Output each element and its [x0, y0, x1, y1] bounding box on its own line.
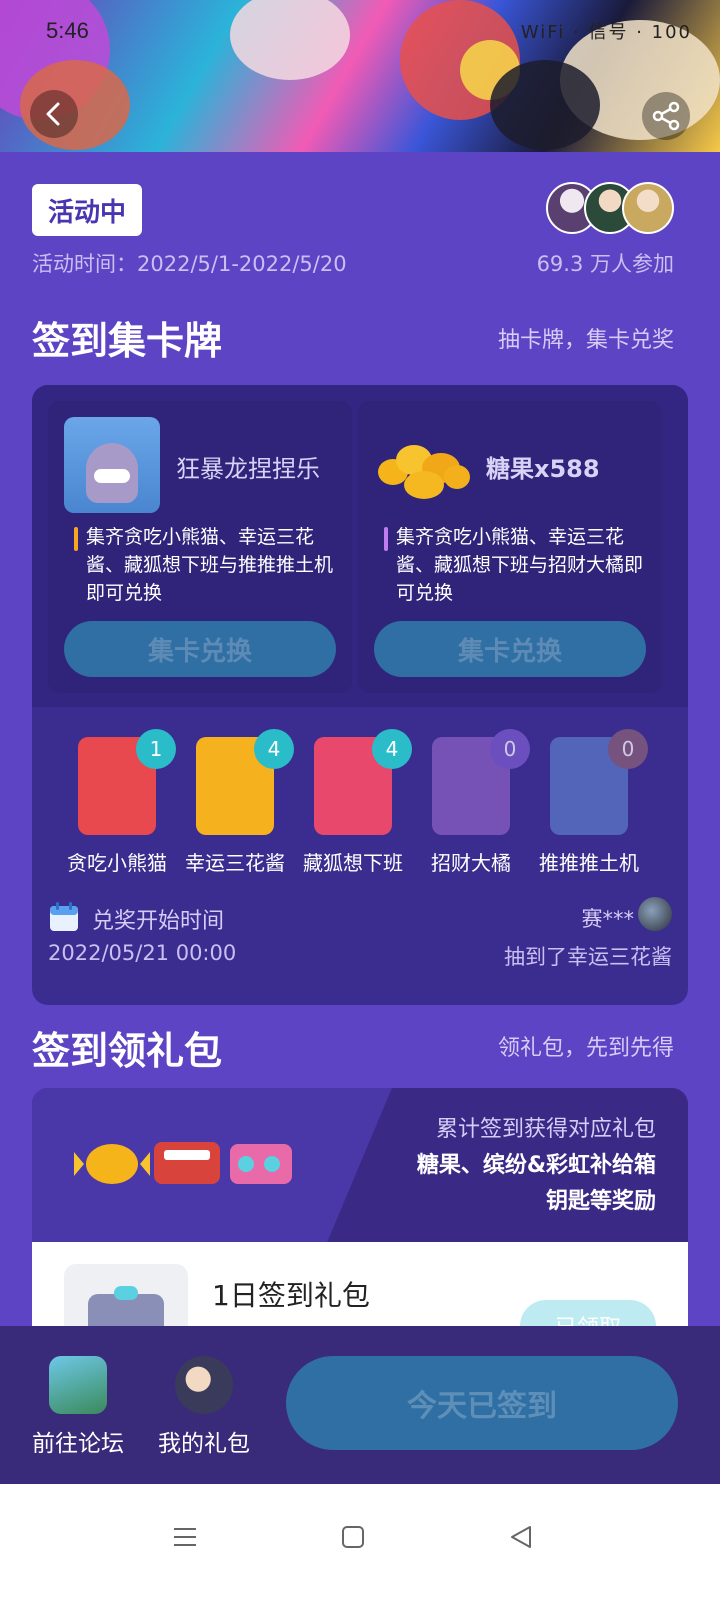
section-title-cards: 签到集卡牌: [32, 319, 223, 363]
card-label: 招财大橘: [431, 851, 511, 875]
prize-area: 狂暴龙捏捏乐 集齐贪吃小熊猫、幸运三花酱、藏狐想下班与推推推土机即可兑换 集卡兑…: [32, 385, 688, 707]
card-image: 4: [196, 729, 294, 835]
card-label: 幸运三花酱: [185, 851, 285, 875]
card-label: 推推推土机: [539, 851, 639, 875]
gift-desc-line: 钥匙等奖励: [545, 1189, 656, 1214]
back-triangle-icon[interactable]: [508, 1524, 534, 1550]
avatar: [622, 182, 674, 234]
card-label: 藏狐想下班: [303, 851, 403, 875]
home-icon[interactable]: [340, 1524, 366, 1550]
checkin-button[interactable]: 今天已签到: [286, 1356, 678, 1450]
calendar-icon: [50, 902, 78, 931]
card-image: 0: [432, 729, 530, 835]
gift-box-icon: [175, 1356, 233, 1414]
prize-desc: 集齐贪吃小熊猫、幸运三花酱、藏狐想下班与推推推土机即可兑换: [74, 523, 344, 607]
gift-rewards-illustration: [32, 1088, 392, 1242]
gift-title: 1日签到礼包: [212, 1279, 370, 1312]
collectible-card[interactable]: 4 藏狐想下班: [298, 729, 412, 876]
prize-card: 糖果x588 集齐贪吃小熊猫、幸运三花酱、藏狐想下班与招财大橘即可兑换 集卡兑换: [358, 401, 662, 693]
exchange-button[interactable]: 集卡兑换: [64, 621, 336, 677]
prize-card: 狂暴龙捏捏乐 集齐贪吃小熊猫、幸运三花酱、藏狐想下班与推推推土机即可兑换 集卡兑…: [48, 401, 352, 693]
forum-icon: [49, 1356, 107, 1414]
card-image: 4: [314, 729, 412, 835]
gift-panel: 累计签到获得对应礼包 糖果、缤纷&彩虹补给箱 钥匙等奖励 1日签到礼包 彩虹补给…: [32, 1088, 688, 1348]
exchange-button[interactable]: 集卡兑换: [374, 621, 646, 677]
card-label: 贪吃小熊猫: [67, 851, 167, 875]
section-subtitle-cards: 抽卡牌，集卡兑奖: [497, 328, 674, 353]
card-image: 1: [78, 729, 176, 835]
my-gifts-label: 我的礼包: [158, 1431, 250, 1457]
prize-name: 糖果x588: [486, 455, 600, 483]
winner-name: 赛***: [581, 907, 635, 931]
forum-label: 前往论坛: [32, 1431, 124, 1457]
card-count-badge: 0: [490, 729, 530, 769]
gift-desc-line: 糖果、缤纷&彩虹补给箱: [416, 1153, 656, 1178]
card-count-badge: 0: [608, 729, 648, 769]
collectible-card[interactable]: 0 推推推土机: [534, 729, 648, 876]
prize-image-candy: [374, 417, 470, 513]
card-count-badge: 1: [136, 729, 176, 769]
collectible-card[interactable]: 4 幸运三花酱: [180, 729, 294, 876]
reward-icons: [74, 1142, 292, 1184]
redeem-date: 2022/05/21 00:00: [48, 941, 237, 965]
avatar: [638, 897, 672, 931]
prize-image-dinosaur: [64, 417, 160, 513]
share-button[interactable]: [642, 92, 690, 140]
status-icons: WiFi · 信号 · 100: [520, 22, 692, 43]
gift-description: 累计签到获得对应礼包 糖果、缤纷&彩虹补给箱 钥匙等奖励: [417, 1112, 656, 1220]
card-count-badge: 4: [372, 729, 412, 769]
prize-desc: 集齐贪吃小熊猫、幸运三花酱、藏狐想下班与招财大橘即可兑换: [384, 523, 654, 607]
card-count-badge: 4: [254, 729, 294, 769]
bottom-action-bar: 前往论坛 我的礼包 今天已签到: [0, 1326, 720, 1484]
section-title-gifts: 签到领礼包: [32, 1029, 223, 1073]
activity-time: 活动时间：2022/5/1-2022/5/20: [32, 252, 347, 276]
collectible-card[interactable]: 1 贪吃小熊猫: [62, 729, 176, 876]
section-subtitle-gifts: 领礼包，先到先得: [497, 1036, 674, 1061]
chevron-left-icon: [46, 102, 60, 126]
gift-desc-line: 累计签到获得对应礼包: [435, 1117, 656, 1142]
winner-text: 抽到了幸运三花酱: [504, 945, 672, 969]
card-collection-panel: 狂暴龙捏捏乐 集齐贪吃小熊猫、幸运三花酱、藏狐想下班与推推推土机即可兑换 集卡兑…: [32, 385, 688, 1005]
menu-icon[interactable]: [172, 1524, 198, 1550]
system-navigation-bar: [0, 1484, 720, 1600]
participant-avatars: [546, 182, 674, 234]
card-image: 0: [550, 729, 648, 835]
back-button[interactable]: [30, 90, 78, 138]
collectible-card[interactable]: 0 招财大橘: [416, 729, 530, 876]
prize-name: 狂暴龙捏捏乐: [176, 455, 320, 483]
my-gifts-button[interactable]: 我的礼包: [158, 1356, 250, 1458]
status-bar: 5:46 WiFi · 信号 · 100: [0, 0, 720, 60]
collected-cards: 1 贪吃小熊猫 4 幸运三花酱 4 藏狐想下班 0 招财大橘 0 推推推土机: [32, 729, 688, 877]
forum-button[interactable]: 前往论坛: [32, 1356, 124, 1458]
redeem-label: 兑奖开始时间: [92, 909, 225, 934]
participant-count: 69.3 万人参加: [536, 252, 674, 276]
share-icon: [652, 101, 680, 131]
status-time: 5:46: [46, 18, 89, 43]
status-badge: 活动中: [32, 184, 143, 236]
